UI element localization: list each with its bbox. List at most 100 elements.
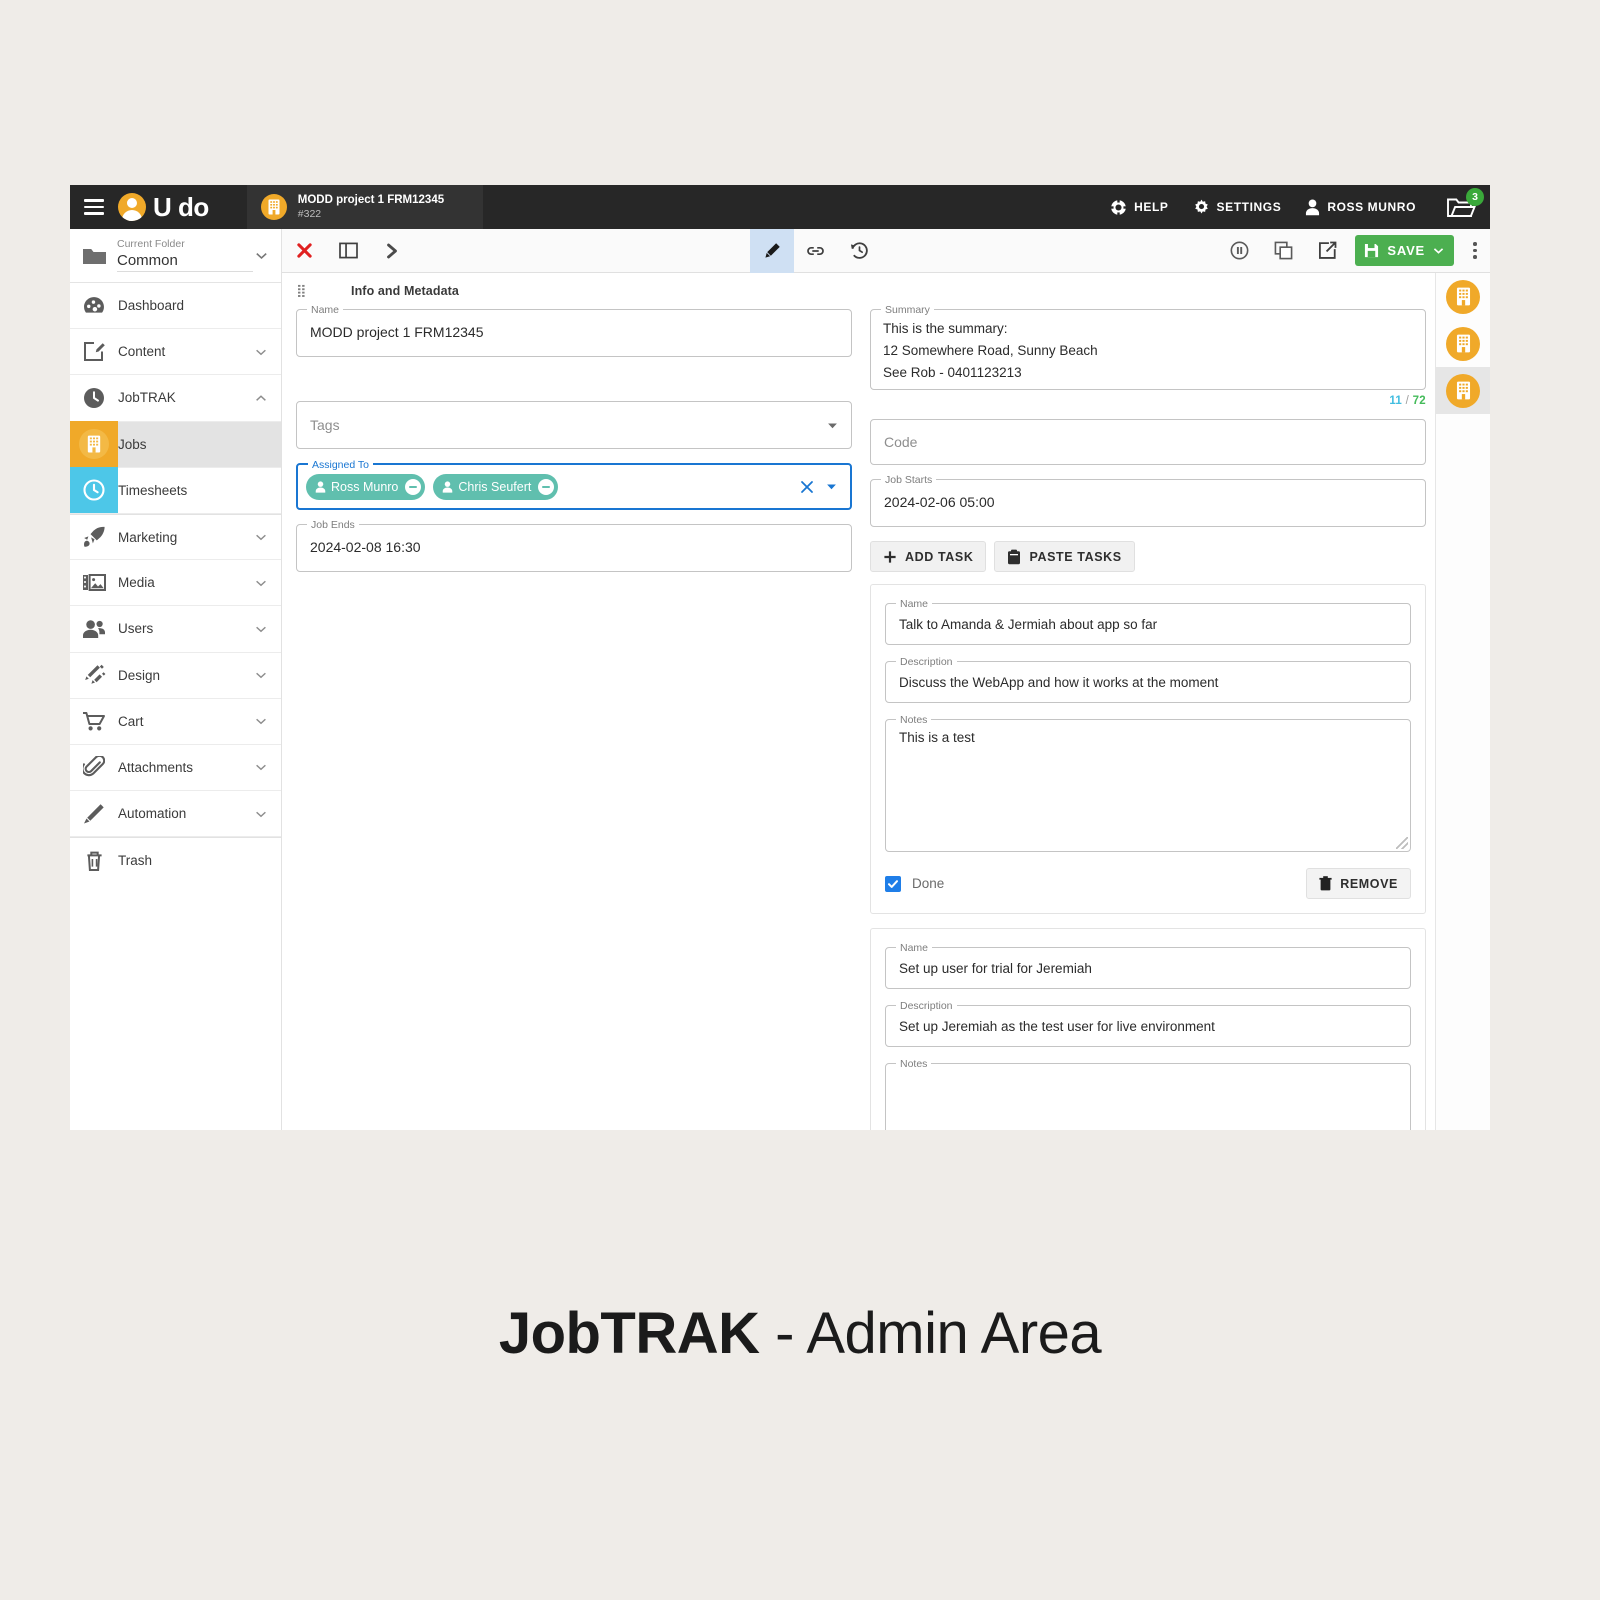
chevron-down-icon[interactable]: [254, 714, 268, 728]
user-menu-button[interactable]: ROSS MUNRO: [1305, 199, 1416, 216]
history-icon[interactable]: [838, 229, 882, 273]
hamburger-icon[interactable]: [84, 195, 104, 219]
resize-handle[interactable]: [1396, 837, 1408, 849]
close-x-icon[interactable]: [282, 229, 326, 273]
chevron-down-icon[interactable]: [254, 576, 268, 590]
chevron-down-icon[interactable]: [254, 622, 268, 636]
save-button[interactable]: SAVE: [1355, 235, 1455, 266]
task-description-input[interactable]: Set up Jeremiah as the test user for liv…: [886, 1019, 1228, 1034]
assignee-chip[interactable]: Ross Munro: [306, 473, 426, 500]
sidebar-item-users[interactable]: Users: [70, 606, 281, 653]
chevron-down-icon[interactable]: [254, 530, 268, 544]
task-done-checkbox[interactable]: [885, 875, 901, 892]
task-notes-field[interactable]: Notes This is a test: [885, 713, 1411, 852]
open-external-icon[interactable]: [1305, 229, 1349, 273]
chevron-up-icon[interactable]: [254, 391, 268, 405]
sidebar-item-label: Dashboard: [118, 298, 185, 314]
minus-circle-icon[interactable]: [405, 478, 422, 495]
rail-job-button-selected[interactable]: [1436, 367, 1490, 414]
plus-icon: [883, 550, 897, 564]
sidebar-item-attachments[interactable]: Attachments: [70, 745, 281, 792]
open-job-tab[interactable]: MODD project 1 FRM12345 #322: [246, 185, 483, 229]
sidebar-item-label: Design: [118, 667, 161, 683]
chevron-down-icon[interactable]: [254, 760, 268, 774]
assignee-chip[interactable]: Chris Seufert: [433, 473, 559, 500]
job-starts-field[interactable]: Job Starts 2024-02-06 05:00: [870, 473, 1426, 527]
sidebar-item-dashboard[interactable]: Dashboard: [70, 283, 281, 330]
topbar-actions: HELP SETTINGS ROSS MUNRO 3: [1086, 185, 1490, 229]
brand-logo[interactable]: U do: [118, 192, 209, 223]
task-notes-input[interactable]: This is a test: [899, 730, 1397, 745]
summary-field[interactable]: Summary This is the summary: 12 Somewher…: [870, 303, 1426, 390]
summary-line: 12 Somewhere Road, Sunny Beach: [883, 342, 1098, 358]
sidebar-item-timesheets[interactable]: Timesheets: [70, 467, 281, 514]
chevron-down-icon[interactable]: [825, 480, 838, 493]
sidebar-item-design[interactable]: Design: [70, 653, 281, 699]
job-ends-field[interactable]: Job Ends 2024-02-08 16:30: [296, 518, 852, 572]
pencil-icon[interactable]: [749, 228, 794, 273]
users-icon: [70, 619, 118, 639]
rail-job-button[interactable]: [1436, 320, 1490, 367]
sidebar-item-content[interactable]: Content: [70, 329, 281, 376]
folder-open-icon[interactable]: 3: [1446, 187, 1484, 220]
code-input[interactable]: Code: [871, 434, 930, 450]
dashboard-icon: [70, 296, 118, 315]
sidebar-item-cart[interactable]: Cart: [70, 699, 281, 745]
folder-icon: [82, 246, 107, 266]
task-description-input[interactable]: Discuss the WebApp and how it works at t…: [886, 675, 1231, 690]
code-field[interactable]: Code: [870, 419, 1426, 465]
tags-field[interactable]: Tags: [296, 401, 852, 449]
job-tab-title: MODD project 1 FRM12345: [297, 194, 445, 207]
paste-tasks-button[interactable]: PASTE TASKS: [994, 541, 1135, 572]
current-folder-value: Common: [117, 252, 253, 273]
copy-icon[interactable]: [1261, 229, 1305, 273]
task-description-field[interactable]: Description Discuss the WebApp and how i…: [885, 655, 1411, 703]
split-view-icon[interactable]: [326, 229, 370, 273]
sidebar-item-marketing[interactable]: Marketing: [70, 513, 281, 561]
task-name-field[interactable]: Name Set up user for trial for Jeremiah: [885, 941, 1411, 989]
task-notes-label: Notes: [896, 713, 932, 726]
clock-icon: [70, 387, 118, 409]
tags-input[interactable]: Tags: [297, 417, 826, 433]
name-field[interactable]: Name MODD project 1 FRM12345: [296, 303, 852, 357]
help-icon: [1110, 199, 1127, 216]
rocket-icon: [70, 526, 118, 548]
job-starts-input[interactable]: 2024-02-06 05:00: [871, 480, 1425, 524]
udo-avatar-icon: [118, 193, 146, 221]
sidebar-item-jobtrak[interactable]: JobTRAK: [70, 375, 281, 422]
current-folder-selector[interactable]: Current Folder Common: [70, 229, 281, 283]
settings-button[interactable]: SETTINGS: [1193, 199, 1282, 216]
task-notes-field[interactable]: Notes: [885, 1057, 1411, 1130]
save-label: SAVE: [1387, 243, 1426, 258]
sidebar-item-media[interactable]: Media: [70, 560, 281, 607]
chevron-down-icon[interactable]: [254, 668, 268, 682]
chevron-down-icon[interactable]: [254, 248, 269, 263]
name-input[interactable]: MODD project 1 FRM12345: [297, 310, 851, 354]
chevron-down-icon[interactable]: [254, 345, 268, 359]
sidebar-item-jobs[interactable]: Jobs: [70, 421, 281, 468]
rail-job-button[interactable]: [1436, 273, 1490, 320]
sidebar-item-trash[interactable]: Trash: [70, 837, 281, 883]
pause-circle-icon[interactable]: [1217, 229, 1261, 273]
assigned-to-field[interactable]: Assigned To Ross Munro Chris Seufert: [296, 458, 852, 510]
help-button[interactable]: HELP: [1110, 199, 1168, 216]
user-name-label: ROSS MUNRO: [1327, 200, 1416, 214]
chevron-down-icon[interactable]: [826, 419, 839, 432]
chevron-down-icon[interactable]: [254, 807, 268, 821]
task-name-field[interactable]: Name Talk to Amanda & Jermiah about app …: [885, 597, 1411, 645]
task-name-input[interactable]: Talk to Amanda & Jermiah about app so fa…: [886, 617, 1170, 632]
job-ends-input[interactable]: 2024-02-08 16:30: [297, 525, 851, 569]
chevron-right-icon[interactable]: [370, 229, 414, 273]
trash-icon: [70, 850, 118, 872]
minus-circle-icon[interactable]: [538, 478, 555, 495]
task-description-field[interactable]: Description Set up Jeremiah as the test …: [885, 999, 1411, 1047]
clear-x-icon[interactable]: [799, 479, 815, 495]
task-name-input[interactable]: Set up user for trial for Jeremiah: [886, 961, 1105, 976]
link-icon[interactable]: [794, 229, 838, 273]
remove-task-button[interactable]: REMOVE: [1306, 868, 1411, 899]
sidebar-item-automation[interactable]: Automation: [70, 791, 281, 838]
add-task-button[interactable]: ADD TASK: [870, 541, 987, 572]
person-icon: [1305, 199, 1320, 216]
chevron-down-icon[interactable]: [1432, 244, 1445, 257]
more-vertical-icon[interactable]: [1460, 229, 1490, 273]
